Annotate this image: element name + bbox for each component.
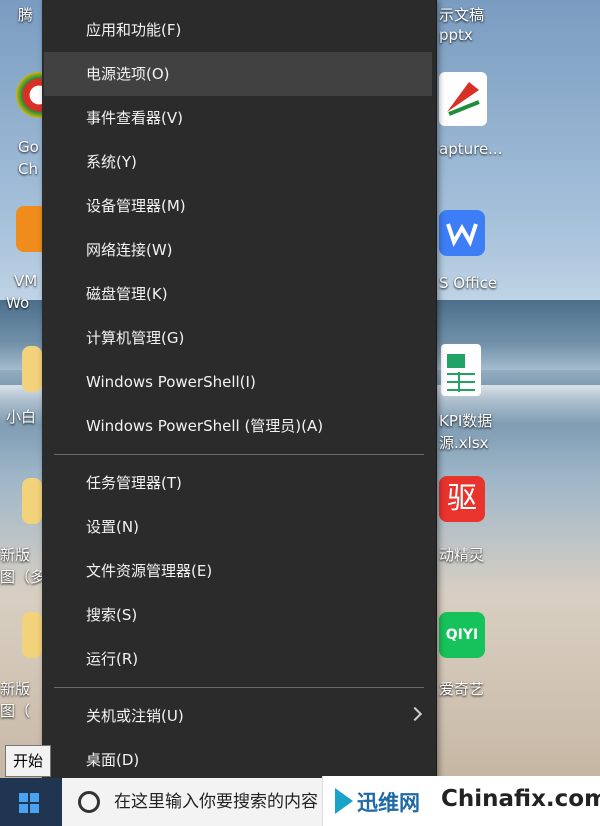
driver-genius-icon[interactable]: 驱 [439,476,485,522]
capture-logo-icon [447,82,480,116]
desktop-icon-label: Ch [18,160,38,178]
menu-item-powershell-admin[interactable]: Windows PowerShell (管理员)(A) [44,404,432,448]
chevron-right-icon [407,706,423,722]
menu-item-power-options[interactable]: 电源选项(O) [44,52,432,96]
iqiyi-icon[interactable]: QIYI [439,612,485,658]
menu-separator [54,454,424,455]
menu-item-label: 关机或注销(U) [86,707,184,725]
brand-arrow-icon [335,788,353,814]
desktop-icon-label: 新版 [0,546,31,564]
wps-office-icon[interactable] [439,210,485,256]
desktop-icon-label: 源.xlsx [439,434,489,452]
desktop-icon-label: Wo [6,294,30,312]
desktop-icon-label: pptx [439,26,473,44]
menu-item-powershell[interactable]: Windows PowerShell(I) [44,360,432,404]
desktop-icon-label: 动精灵 [439,546,485,564]
search-placeholder: 在这里输入你要搜索的内容 [114,792,318,812]
xlsx-file-icon[interactable] [441,344,481,396]
menu-item-disk-management[interactable]: 磁盘管理(K) [44,272,432,316]
desktop-icon-label: 新版 [0,680,31,698]
menu-item-search[interactable]: 搜索(S) [44,593,432,637]
menu-item-file-explorer[interactable]: 文件资源管理器(E) [44,549,432,593]
desktop-icon-label: VM [14,272,38,290]
desktop-icon-label: 图（ [0,702,31,720]
watermark-banner: 迅维网 Chinafix.com [322,776,600,826]
menu-item-task-manager[interactable]: 任务管理器(T) [44,461,432,505]
desktop-icon-label: 腾 [18,6,34,24]
spreadsheet-grid-icon [447,354,475,392]
menu-item-device-manager[interactable]: 设备管理器(M) [44,184,432,228]
menu-separator [54,687,424,688]
watermark-brand-en: Chinafix.com [441,786,600,812]
wps-w-icon [446,223,478,247]
folder-icon[interactable] [22,612,42,658]
taskbar-search-box[interactable]: 在这里输入你要搜索的内容 [62,778,362,826]
desktop-icon-label: 爱奇艺 [439,680,485,698]
cortana-circle-icon [78,791,100,813]
desktop-icon-label: 示文稿 [439,6,485,24]
desktop-icon-label: apture... [439,140,503,158]
desktop-icon-label: 图（多 [0,568,46,586]
menu-item-settings[interactable]: 设置(N) [44,505,432,549]
menu-item-computer-management[interactable]: 计算机管理(G) [44,316,432,360]
menu-item-event-viewer[interactable]: 事件查看器(V) [44,96,432,140]
desktop-icon-label: Go [18,138,39,156]
menu-item-network-connections[interactable]: 网络连接(W) [44,228,432,272]
watermark-brand-cn: 迅维网 [357,791,420,815]
desktop-icon-label: 小白 [6,408,37,426]
start-tooltip: 开始 [5,745,52,777]
folder-icon[interactable] [22,346,42,392]
menu-item-apps-features[interactable]: 应用和功能(F) [44,8,432,52]
menu-item-run[interactable]: 运行(R) [44,637,432,681]
desktop-icon-label: S Office [439,274,498,292]
menu-item-system[interactable]: 系统(Y) [44,140,432,184]
desktop-right-icons: 示文稿 pptx apture... S Office KPI数据 源.xlsx… [435,0,600,776]
faststone-capture-icon[interactable] [439,72,487,126]
desktop-icon-label: KPI数据 [439,412,493,430]
start-button[interactable] [0,778,60,826]
menu-item-shutdown-signout[interactable]: 关机或注销(U) [44,694,432,738]
winx-power-user-menu: 应用和功能(F) 电源选项(O) 事件查看器(V) 系统(Y) 设备管理器(M)… [42,0,437,795]
folder-icon[interactable] [22,478,42,524]
